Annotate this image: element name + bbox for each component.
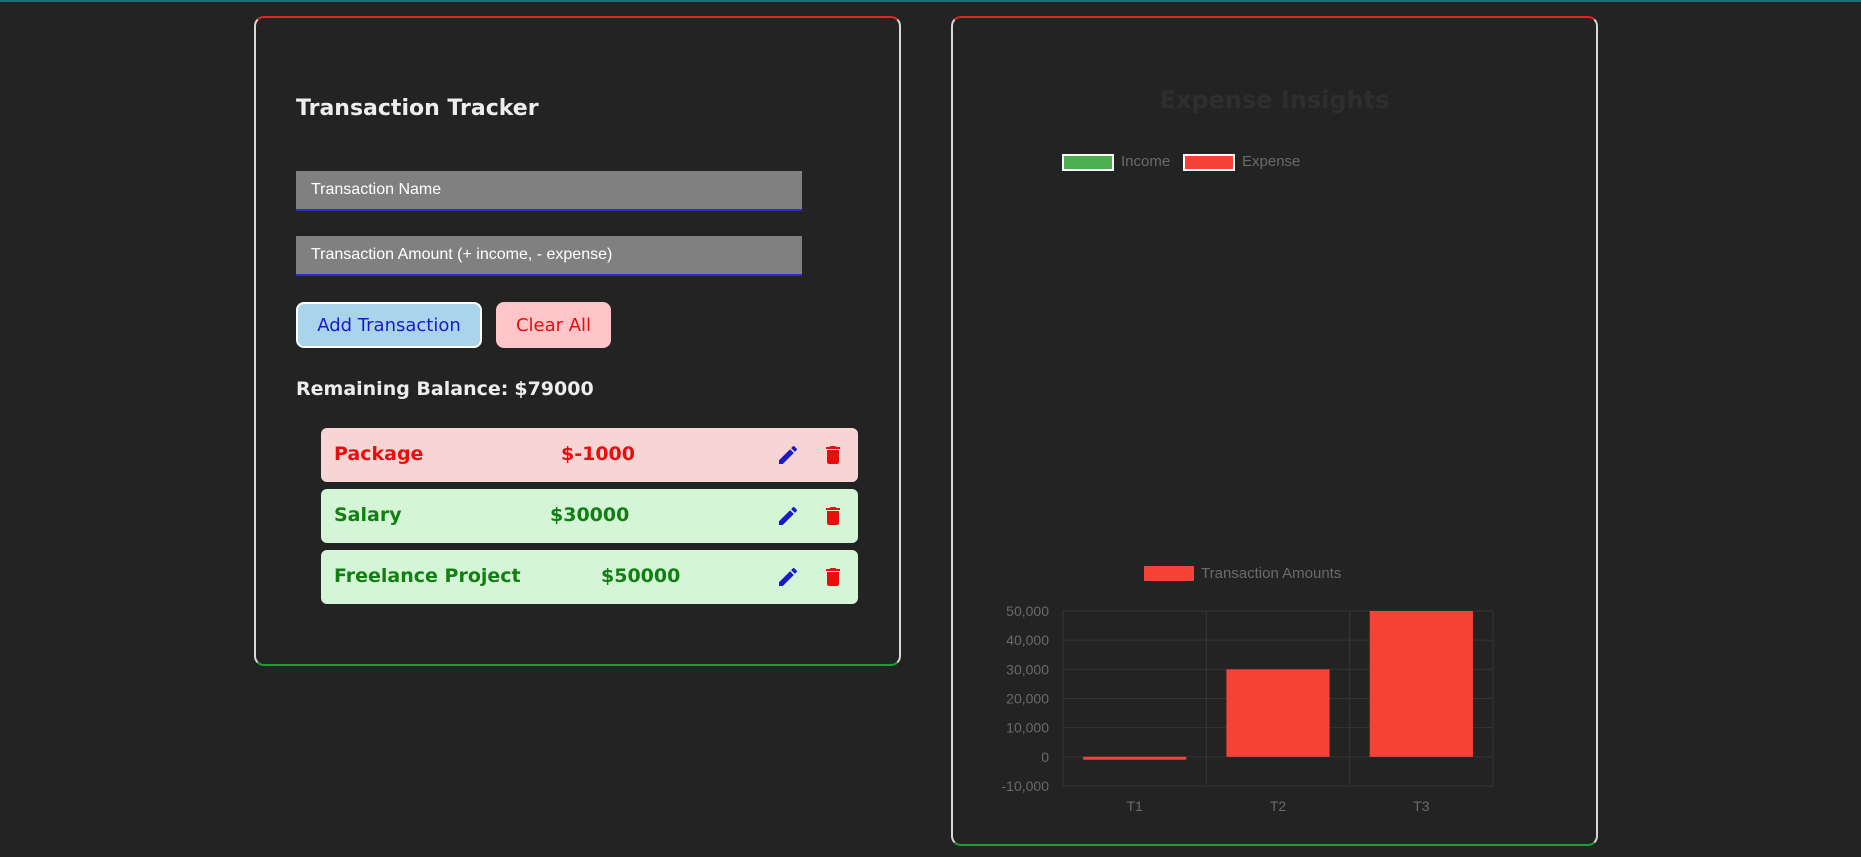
transaction-amounts-chart: 50,000 40,000 30,000 20,000 10,000 0 -10,000 T1… [1002, 603, 1494, 814]
transaction-name: Salary [334, 504, 402, 526]
transaction-row: Package $-1000 [321, 428, 858, 482]
expense-insights-card: Expense Insights Income Expense Transact… [951, 16, 1598, 846]
y-tick-label: 40,000 [1006, 632, 1049, 648]
legend-income-swatch[interactable] [1062, 154, 1114, 171]
y-tick-label: 20,000 [1006, 691, 1049, 707]
y-tick-label: 10,000 [1006, 720, 1049, 736]
x-tick-label: T3 [1413, 798, 1430, 814]
pencil-icon[interactable] [776, 504, 800, 528]
legend-expense-swatch[interactable] [1183, 154, 1235, 171]
trash-icon[interactable] [821, 443, 845, 467]
page-title: Transaction Tracker [296, 96, 539, 121]
y-tick-label: 30,000 [1006, 661, 1049, 677]
legend-expense-label[interactable]: Expense [1242, 153, 1300, 170]
x-tick-label: T1 [1126, 798, 1143, 814]
legend-transaction-amounts-swatch[interactable] [1144, 566, 1194, 581]
balance-value: $79000 [514, 378, 594, 400]
transaction-name-input[interactable] [296, 171, 802, 211]
transaction-tracker-card: Transaction Tracker Add Transaction Clea… [254, 16, 901, 666]
remaining-balance: Remaining Balance: $79000 [296, 378, 594, 400]
legend-transaction-amounts-label[interactable]: Transaction Amounts [1201, 565, 1341, 582]
transaction-amount: $-1000 [561, 443, 635, 465]
transaction-name: Package [334, 443, 424, 465]
transaction-amount: $50000 [601, 565, 681, 587]
x-tick-label: T2 [1270, 798, 1287, 814]
chart-bar[interactable] [1226, 669, 1330, 757]
chart-bar[interactable] [1369, 611, 1473, 757]
y-tick-label: 0 [1041, 749, 1049, 765]
transaction-row: Freelance Project $50000 [321, 550, 858, 604]
transaction-amount-input[interactable] [296, 236, 802, 276]
balance-label: Remaining Balance: [296, 378, 509, 400]
y-tick-label: -10,000 [1002, 778, 1050, 794]
add-transaction-button[interactable]: Add Transaction [296, 302, 482, 348]
legend-income-label[interactable]: Income [1121, 153, 1170, 170]
trash-icon[interactable] [821, 565, 845, 589]
transaction-row: Salary $30000 [321, 489, 858, 543]
transaction-name: Freelance Project [334, 565, 521, 587]
insights-title: Expense Insights [1159, 86, 1390, 114]
pencil-icon[interactable] [776, 565, 800, 589]
y-tick-label: 50,000 [1006, 603, 1049, 619]
transaction-amount: $30000 [550, 504, 630, 526]
clear-all-button[interactable]: Clear All [496, 302, 611, 348]
pencil-icon[interactable] [776, 443, 800, 467]
window-top-border [0, 0, 1861, 2]
chart-bar[interactable] [1083, 756, 1187, 760]
trash-icon[interactable] [821, 504, 845, 528]
